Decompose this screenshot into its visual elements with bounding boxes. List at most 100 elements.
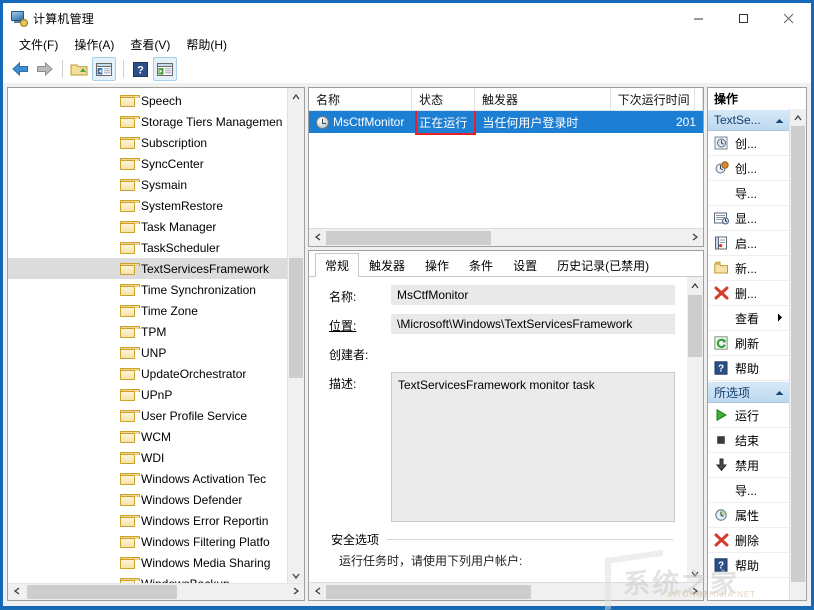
tree-scroll-down-icon[interactable] [288,567,304,584]
tree-item[interactable]: SyncCenter [8,153,304,174]
help-icon: ? [714,361,731,376]
tree-item[interactable]: Windows Activation Tec [8,468,304,489]
task-scroll-right-icon[interactable] [686,233,703,243]
tree-item[interactable]: TaskScheduler [8,237,304,258]
help-icon[interactable]: ? [129,58,151,80]
tree-scroll-left-icon[interactable] [8,587,25,597]
tab-3[interactable]: 条件 [459,254,503,276]
menu-action[interactable]: 操作(A) [66,35,122,55]
tree-item[interactable]: Subscription [8,132,304,153]
detail-scroll-left-icon[interactable] [309,587,326,597]
action-item-import-task[interactable]: 导... [708,181,790,206]
action-item-display-running-tasks[interactable]: 显... [708,206,790,231]
action-item-properties[interactable]: 属性 [708,503,790,528]
chevron-up-icon[interactable] [775,385,784,399]
tree-item[interactable]: User Profile Service [8,405,304,426]
tree-item[interactable]: UNP [8,342,304,363]
tree-item[interactable]: UPnP [8,384,304,405]
show-action-pane-icon[interactable] [153,57,177,81]
tree-item[interactable]: Windows Media Sharing [8,552,304,573]
tree-item[interactable]: SystemRestore [8,195,304,216]
action-item-delete-folder[interactable]: 删... [708,281,790,306]
tab-1[interactable]: 触发器 [359,254,415,276]
column-header[interactable]: 名称 [309,88,412,110]
actions-vertical-scrollbar[interactable] [789,109,806,600]
action-item-refresh[interactable]: 刷新 [708,331,790,356]
chevron-up-icon[interactable] [775,113,784,127]
action-item-new-folder[interactable]: 新... [708,256,790,281]
detail-hscroll-track[interactable] [326,584,686,600]
column-header[interactable]: 触发器 [475,88,611,110]
action-item-disable[interactable]: 禁用 [708,453,790,478]
task-list-horizontal-scrollbar[interactable] [309,228,703,246]
close-button[interactable] [766,3,811,33]
detail-horizontal-scrollbar[interactable] [309,582,703,600]
action-item-stop[interactable]: 结束 [708,428,790,453]
task-hscroll-track[interactable] [326,230,686,246]
tree-item[interactable]: Storage Tiers Managemen [8,111,304,132]
detail-scroll-thumb[interactable] [688,295,702,357]
column-header[interactable]: 下次运行时间 [611,88,695,110]
tree-item[interactable]: TPM [8,321,304,342]
task-hscroll-thumb[interactable] [326,231,491,245]
tree-hscroll-track[interactable] [25,584,287,600]
action-item-export[interactable]: 导... [708,478,790,503]
action-item-help[interactable]: ?帮助 [708,553,790,578]
tree-item[interactable]: WDI [8,447,304,468]
detail-vertical-scrollbar[interactable] [687,277,703,582]
table-cell-name: MsCtfMonitor [309,111,412,133]
tab-5[interactable]: 历史记录(已禁用) [547,254,659,276]
menu-view[interactable]: 查看(V) [122,35,178,55]
actions-group-textservicesframework[interactable]: TextSe... [708,109,790,131]
menu-file[interactable]: 文件(F) [11,35,66,55]
table-row[interactable]: MsCtfMonitor正在运行当任何用户登录时201 [309,111,703,133]
detail-scroll-up-icon[interactable] [687,277,703,294]
tree-scroll-thumb[interactable] [289,258,303,378]
up-folder-icon[interactable] [68,58,90,80]
tab-0[interactable]: 常规 [315,253,359,277]
task-scroll-left-icon[interactable] [309,233,326,243]
actions-scroll-up-icon[interactable] [790,109,806,126]
column-header[interactable]: 上次 [695,88,703,110]
detail-scroll-right-icon[interactable] [686,587,703,597]
tree-item[interactable]: Speech [8,90,304,111]
tree-hscroll-thumb[interactable] [27,585,177,599]
tree-item[interactable]: TextServicesFramework [8,258,304,279]
minimize-button[interactable] [676,3,721,33]
tree-item[interactable]: Sysmain [8,174,304,195]
tree-item[interactable]: Windows Error Reportin [8,510,304,531]
action-item-run[interactable]: 运行 [708,403,790,428]
maximize-button[interactable] [721,3,766,33]
actions-scroll-thumb[interactable] [791,126,805,582]
show-tree-icon[interactable] [92,57,116,81]
tree-item[interactable]: Windows Filtering Platfo [8,531,304,552]
action-item-enable-history[interactable]: 启... [708,231,790,256]
forward-arrow-icon[interactable] [33,58,55,80]
tree-item[interactable]: UpdateOrchestrator [8,363,304,384]
column-header[interactable]: 状态 [412,88,475,110]
detail-scroll-down-icon[interactable] [687,565,703,582]
folder-icon [120,284,135,296]
action-item-delete[interactable]: 删除 [708,528,790,553]
tree-item[interactable]: Time Synchronization [8,279,304,300]
tree-scroll-right-icon[interactable] [287,587,304,597]
tree-item[interactable]: Time Zone [8,300,304,321]
tree-item[interactable]: WCM [8,426,304,447]
action-item-help[interactable]: ?帮助 [708,356,790,381]
action-item-create-basic-task[interactable]: 创... [708,131,790,156]
tree-vertical-scrollbar[interactable] [287,88,304,584]
tree-scroll-up-icon[interactable] [288,88,304,105]
back-arrow-icon[interactable] [9,58,31,80]
action-item-create-task[interactable]: 创... [708,156,790,181]
tree-item[interactable]: Task Manager [8,216,304,237]
tab-4[interactable]: 设置 [503,254,547,276]
tree-horizontal-scrollbar[interactable] [8,583,304,600]
tree-item[interactable]: Windows Defender [8,489,304,510]
tab-2[interactable]: 操作 [415,254,459,276]
action-item-view[interactable]: 查看 [708,306,790,331]
field-location-label[interactable]: 位置: [329,314,391,334]
menu-help[interactable]: 帮助(H) [178,35,235,55]
actions-group-selected-item[interactable]: 所选项 [708,381,790,403]
new-folder-icon [714,261,731,276]
detail-hscroll-thumb[interactable] [326,585,531,599]
